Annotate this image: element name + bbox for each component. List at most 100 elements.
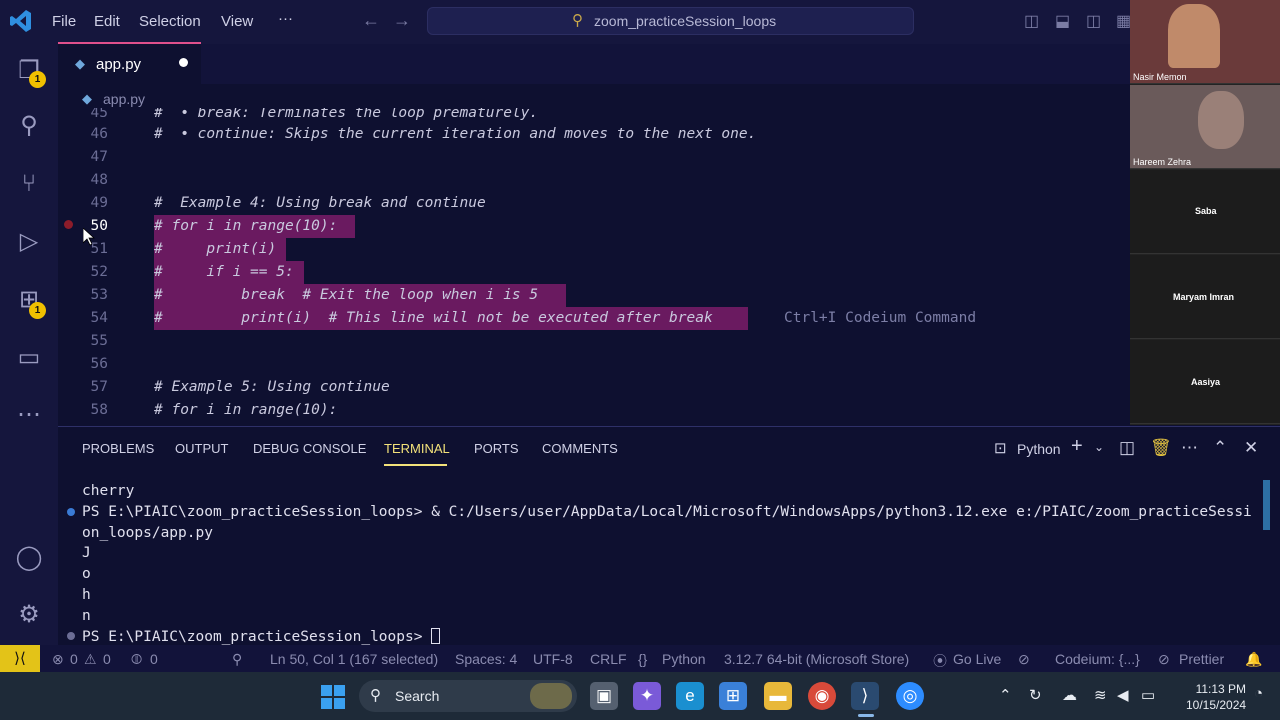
code-line: 56 [90,356,108,372]
ports-count[interactable]: 0 [150,651,158,667]
chevron-down-icon[interactable]: ⌄ [1094,440,1104,454]
tab-comments[interactable]: COMMENTS [542,441,618,456]
line-ending[interactable]: CRLF [590,651,627,667]
language-mode[interactable]: Python [662,651,706,667]
terminal-line: J [82,545,91,561]
toggle-sidebar-icon[interactable]: ◫ [1024,11,1039,31]
menu-selection[interactable]: Selection [139,13,201,30]
close-panel-icon[interactable]: ✕ [1244,438,1258,458]
menu-more[interactable]: ··· [278,10,293,27]
store-icon[interactable]: ⊞ [719,682,747,710]
error-count[interactable]: 0 [70,651,78,667]
tray-sync-icon[interactable]: ↻ [1029,686,1042,704]
participant-name: Hareem Zehra [1133,157,1192,167]
clock-date: 10/15/2024 [1186,698,1247,712]
code-line-selected: 52 # if i == 5: [58,261,1130,284]
code-line: 47 [90,149,108,165]
back-arrow-icon[interactable]: ← [362,10,380,31]
tray-cloud-icon[interactable]: ☁ [1062,686,1077,704]
terminal-cursor [431,628,441,644]
menu-view[interactable]: View [221,13,253,30]
run-debug-icon[interactable]: ▷ [14,227,44,257]
volume-icon[interactable]: ◀ [1117,686,1129,704]
breakpoint-marker[interactable] [64,220,73,229]
windows-start-icon[interactable] [321,685,345,709]
vscode-taskbar-icon[interactable]: ⟩ [851,682,879,710]
code-line: 49 # Example 4: Using break and continue [90,195,486,211]
more-actions-icon[interactable]: ⋯ [1181,438,1198,458]
forward-arrow-icon[interactable]: → [393,10,411,31]
toggle-panel-icon[interactable]: ⬓ [1055,11,1070,31]
errors-icon[interactable]: ⊗ [52,651,64,668]
ports-icon[interactable]: ⦷ [131,651,142,668]
python-interpreter[interactable]: 3.12.7 64-bit (Microsoft Store) [724,651,909,667]
indentation[interactable]: Spaces: 4 [455,651,517,667]
copilot-icon[interactable]: ✦ [633,682,661,710]
codeium-icon: ⊘ [1018,651,1030,667]
prompt-status-dot [67,632,75,640]
participant-name: Maryam Imran [1173,292,1235,302]
trash-icon[interactable]: 🗑 [1150,438,1172,458]
participant-tile[interactable]: Aasiya [1130,340,1280,424]
code-line: 48 [90,172,108,188]
broadcast-icon: ⦿ [933,653,947,669]
cursor-position[interactable]: Ln 50, Col 1 (167 selected) [270,651,438,667]
zoom-taskbar-icon[interactable]: ◎ [896,682,924,710]
tab-ports[interactable]: PORTS [474,441,519,456]
chrome-icon[interactable]: ◉ [808,682,836,710]
tab-terminal[interactable]: TERMINAL [384,441,450,456]
prettier-status[interactable]: Prettier [1179,651,1224,667]
participant-tile[interactable]: Maryam Imran [1130,255,1280,339]
python-file-icon: ◆ [75,56,85,71]
participant-tile[interactable]: Saba [1130,170,1280,254]
maximize-panel-icon[interactable]: ⌃ [1213,438,1227,458]
zoom-icon[interactable]: ⚲ [232,651,242,668]
breadcrumb[interactable]: app.py [103,91,145,107]
tray-chevron-up-icon[interactable]: ⌃ [999,686,1012,704]
source-control-icon[interactable]: ⑂ [14,169,44,199]
notification-center-icon[interactable]: ◔ [1254,685,1263,702]
toggle-secondary-sidebar-icon[interactable]: ◫ [1086,11,1101,31]
terminal-kind[interactable]: Python [1017,441,1061,457]
go-live[interactable]: Go Live [953,651,1001,667]
participant-tile[interactable]: Hareem Zehra [1130,85,1280,169]
code-line: 57 # Example 5: Using continue [90,379,390,395]
codeium-status[interactable]: Codeium: {...} [1055,651,1140,667]
code-line: 58 # for i in range(10): [90,402,338,418]
new-terminal-plus-icon[interactable]: + [1071,435,1083,458]
encoding[interactable]: UTF-8 [533,651,573,667]
notifications-bell-icon[interactable]: 🔔 [1245,651,1262,668]
settings-gear-icon[interactable]: ⚙ [14,600,44,630]
menu-file[interactable]: File [52,13,76,30]
system-clock[interactable]: 11:13 PM 10/15/2024 [1186,681,1246,713]
tab-debug-console[interactable]: DEBUG CONSOLE [253,441,366,456]
warning-count[interactable]: 0 [103,651,111,667]
battery-icon[interactable]: ▭ [1141,686,1155,704]
scrollbar[interactable] [1263,480,1270,530]
search-view-icon[interactable]: ⚲ [14,111,44,141]
edge-icon[interactable]: e [676,682,704,710]
participant-tile[interactable]: Nasir Memon [1130,0,1280,84]
tab-output[interactable]: OUTPUT [175,441,228,456]
active-tab-indicator [384,464,447,466]
file-explorer-icon[interactable]: ▬ [764,682,792,710]
remote-explorer-icon[interactable]: ▭ [14,343,44,373]
more-views-icon[interactable]: ⋯ [14,400,44,430]
wifi-icon[interactable]: ≋ [1094,686,1107,704]
customize-layout-icon[interactable]: ▦ [1116,11,1131,31]
warning-icon[interactable]: ⚠ [84,651,97,668]
unsaved-dot-icon[interactable] [179,58,188,67]
terminal-line: o [82,566,91,582]
menu-edit[interactable]: Edit [94,13,120,30]
mouse-pointer-icon [82,227,96,251]
accounts-icon[interactable]: ◯ [14,543,44,573]
terminal-output[interactable]: cherry PS E:\PIAIC\zoom_practiceSession_… [58,478,1263,645]
code-editor[interactable]: 45 # • break: Terminates the loop prematu… [58,108,1130,426]
codeium-hint: Ctrl+I Codeium Command [784,310,977,326]
remote-indicator-icon[interactable]: ⟩⟨ [0,645,40,672]
terminal-icon: ⊡ [994,440,1007,457]
split-terminal-icon[interactable]: ◫ [1119,438,1135,458]
command-status-dot [67,508,75,516]
tab-problems[interactable]: PROBLEMS [82,441,154,456]
task-view-icon[interactable]: ▣ [590,682,618,710]
